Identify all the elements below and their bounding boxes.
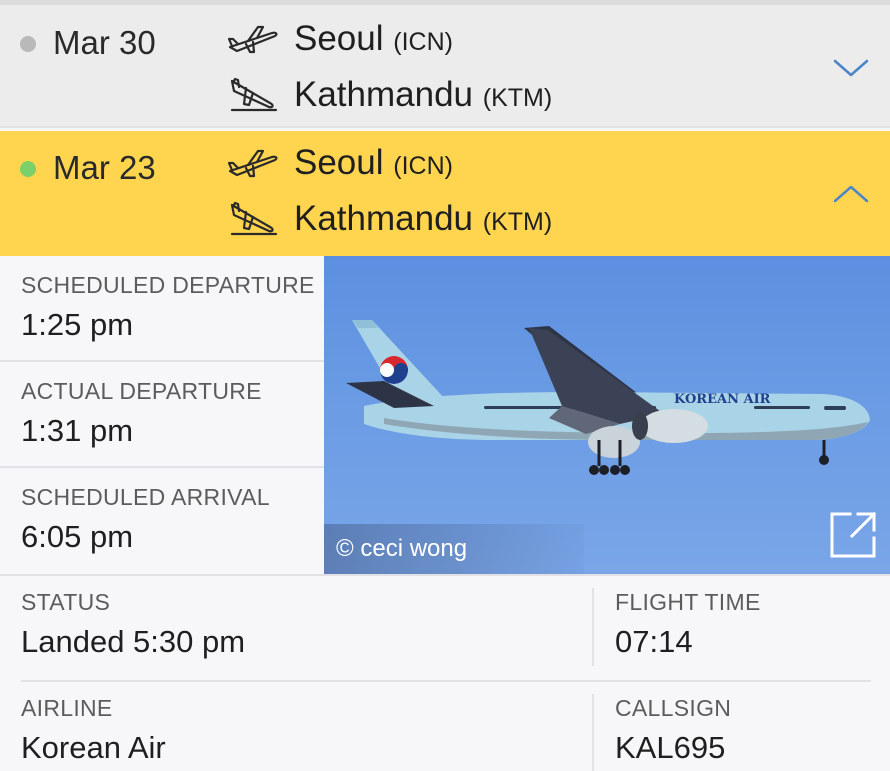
origin-city: Seoul (ICN) <box>294 19 453 59</box>
origin-city-name: Seoul <box>294 19 384 58</box>
flight-row-mar-30[interactable]: Mar 30 Seoul (ICN) Kathmandu (KTM) <box>0 0 890 128</box>
actual-departure: ACTUAL DEPARTURE 1:31 pm <box>0 362 324 468</box>
chevron-down-icon[interactable] <box>832 57 870 79</box>
photo-credit: © ceci wong <box>336 535 468 562</box>
airline-label: AIRLINE <box>21 695 113 721</box>
flight-date: Mar 30 <box>53 24 156 61</box>
arrival-plane-icon <box>230 201 278 236</box>
flight-details-panel: SCHEDULED DEPARTURE 1:25 pm ACTUAL DEPAR… <box>0 256 890 771</box>
destination-code: (KTM) <box>482 208 553 236</box>
callsign: CALLSIGN KAL695 <box>594 695 890 771</box>
actual-departure-label: ACTUAL DEPARTURE <box>21 378 262 404</box>
actual-departure-value: 1:31 pm <box>21 413 134 448</box>
photo-credit-band: © ceci wong <box>324 524 584 574</box>
flight-time-label: FLIGHT TIME <box>615 589 761 615</box>
destination-city: Kathmandu (KTM) <box>294 75 552 115</box>
external-link-icon[interactable] <box>828 510 878 560</box>
scheduled-arrival: SCHEDULED ARRIVAL 6:05 pm <box>0 468 324 574</box>
destination-city-name: Kathmandu <box>294 75 474 114</box>
callsign-value: KAL695 <box>615 730 726 765</box>
livery-text: KOREAN AIR <box>674 392 771 407</box>
scheduled-departure: SCHEDULED DEPARTURE 1:25 pm <box>0 256 324 362</box>
departure-plane-icon <box>227 149 278 178</box>
airline-value: Korean Air <box>21 730 166 765</box>
departure-plane-icon <box>227 25 278 54</box>
status-dot <box>20 36 36 52</box>
flight-time-value: 07:14 <box>615 624 693 659</box>
status-value: Landed 5:30 pm <box>21 624 246 659</box>
scheduled-arrival-label: SCHEDULED ARRIVAL <box>21 484 270 510</box>
destination-city-name: Kathmandu <box>294 199 474 238</box>
callsign-label: CALLSIGN <box>615 695 732 721</box>
origin-code: (ICN) <box>393 152 453 180</box>
divider <box>21 680 871 682</box>
destination-code: (KTM) <box>482 84 553 112</box>
scheduled-arrival-value: 6:05 pm <box>21 519 134 554</box>
arrival-plane-icon <box>230 77 278 112</box>
origin-code: (ICN) <box>393 28 453 56</box>
destination-city: Kathmandu (KTM) <box>294 199 552 239</box>
origin-city: Seoul (ICN) <box>294 143 453 183</box>
flight-date: Mar 23 <box>53 149 156 186</box>
scheduled-departure-value: 1:25 pm <box>21 307 134 342</box>
chevron-up-icon[interactable] <box>832 183 870 205</box>
aircraft-photo[interactable]: KOREAN AIR © ceci wong <box>324 256 890 574</box>
flight-row-mar-23[interactable]: Mar 23 Seoul (ICN) Kathmandu (KTM) <box>0 131 890 256</box>
airline: AIRLINE Korean Air <box>0 695 590 771</box>
origin-city-name: Seoul <box>294 143 384 182</box>
status-label: STATUS <box>21 589 111 615</box>
status-dot <box>20 161 36 177</box>
scheduled-departure-label: SCHEDULED DEPARTURE <box>21 272 315 298</box>
divider <box>0 574 890 576</box>
